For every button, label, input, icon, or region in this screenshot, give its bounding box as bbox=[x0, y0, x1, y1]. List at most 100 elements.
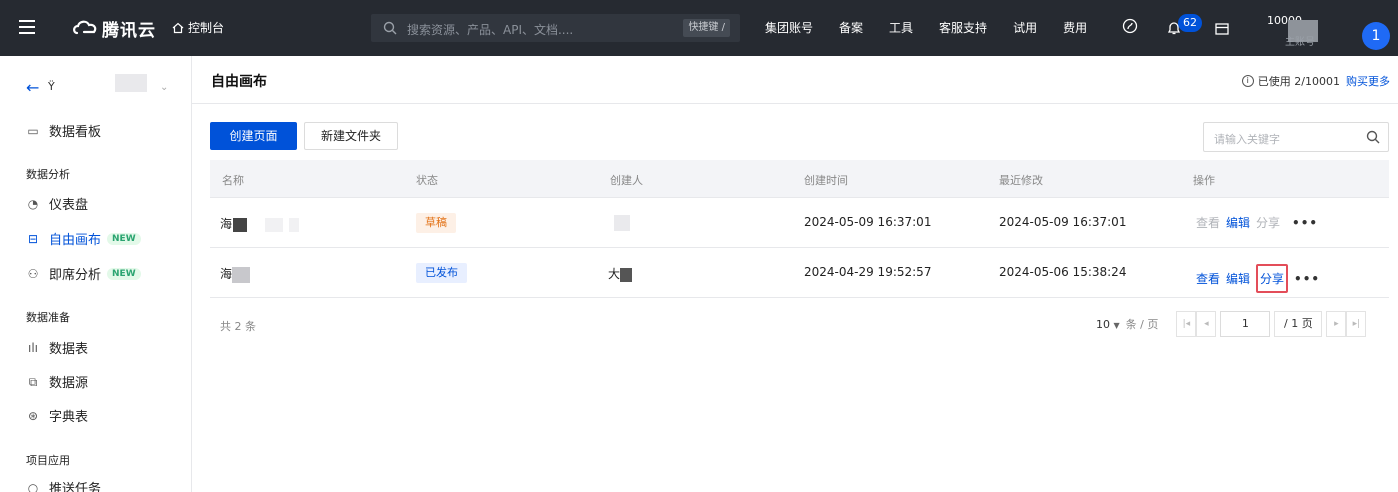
avatar[interactable]: 1 bbox=[1362, 22, 1390, 50]
next-page-button[interactable]: ▸ bbox=[1326, 311, 1347, 337]
adhoc-icon: ⚇ bbox=[27, 266, 39, 281]
nav-trial[interactable]: 试用 bbox=[1013, 19, 1037, 36]
row-name[interactable]: 海 bbox=[220, 265, 251, 283]
sidebar-item-gauge[interactable]: ◔ 仪表盘 bbox=[26, 194, 89, 214]
nav-group-account[interactable]: 集团账号 bbox=[765, 19, 813, 36]
usage-info: i 已使用 2/10001 购买更多 bbox=[1241, 73, 1390, 89]
console-label: 控制台 bbox=[188, 21, 225, 35]
caret-down-icon: ▼ bbox=[1113, 320, 1120, 330]
bar-icon: ılı bbox=[27, 340, 38, 355]
last-page-button[interactable]: ▸| bbox=[1346, 311, 1367, 337]
view-link[interactable]: 查看 bbox=[1196, 270, 1220, 287]
top-navbar: 腾讯云 控制台 搜索资源、产品、API、文档.... 快捷键 / 集团账号 备案… bbox=[0, 0, 1398, 56]
main-content: 创建页面 新建文件夹 请输入关键字 名称 状态 创建人 创建时间 最近修改 操作… bbox=[192, 104, 1398, 492]
nav-tools[interactable]: 工具 bbox=[889, 19, 913, 36]
sidebar-item-adhoc[interactable]: ⚇ 即席分析 NEW bbox=[26, 264, 141, 283]
page-size-select[interactable]: 10 ▼ bbox=[1096, 318, 1120, 331]
view-link: 查看 bbox=[1196, 216, 1221, 230]
first-page-button[interactable]: |◂ bbox=[1176, 311, 1197, 337]
total-count: 共 2 条 bbox=[220, 320, 256, 333]
sidebar-item-label: 数据表 bbox=[49, 342, 89, 357]
sidebar-item-label: 数据看板 bbox=[49, 125, 102, 140]
search-icon[interactable] bbox=[1366, 130, 1380, 144]
cloud-logo-icon bbox=[73, 20, 97, 35]
sidebar-item-datasource[interactable]: ⧉ 数据源 bbox=[26, 372, 89, 392]
canvas-icon: ⊟ bbox=[27, 231, 39, 246]
status-badge: 已发布 bbox=[416, 263, 467, 283]
sidebar-item-dashboard[interactable]: ▭ 数据看板 bbox=[26, 121, 102, 141]
row-name[interactable]: 海 bbox=[220, 215, 300, 232]
sidebar-item-label: 推送任务 bbox=[49, 482, 102, 492]
cart-icon[interactable] bbox=[1214, 21, 1230, 37]
sidebar-item-push-task[interactable]: ○ 推送任务 bbox=[26, 478, 101, 492]
sidebar-item-label: 仪表盘 bbox=[49, 198, 89, 213]
nav-filing[interactable]: 备案 bbox=[839, 19, 863, 36]
console-link[interactable]: 控制台 bbox=[172, 19, 224, 36]
row-created: 2024-05-09 16:37:01 bbox=[804, 215, 932, 229]
col-modified: 最近修改 bbox=[999, 174, 1043, 187]
keyword-search-input[interactable]: 请输入关键字 bbox=[1203, 122, 1389, 152]
sidebar-item-free-canvas[interactable]: ⊟ 自由画布 NEW bbox=[26, 229, 141, 248]
brand-name: 腾讯云 bbox=[102, 20, 156, 41]
push-icon: ○ bbox=[27, 480, 39, 492]
sidebar: ← Ÿ ⌄ ▭ 数据看板 数据分析 ◔ 仪表盘 ⊟ 自由画布 NEW ⚇ 即席分… bbox=[0, 56, 192, 492]
page-header: 自由画布 i 已使用 2/10001 购买更多 bbox=[192, 56, 1398, 104]
sidebar-item-label: 即席分析 bbox=[49, 268, 102, 283]
page-title: 自由画布 bbox=[211, 74, 267, 90]
table-header: 名称 状态 创建人 创建时间 最近修改 操作 bbox=[210, 160, 1389, 198]
page-number-input[interactable]: 1 bbox=[1220, 311, 1271, 337]
project-name-redacted bbox=[115, 74, 147, 92]
col-actions: 操作 bbox=[1193, 174, 1215, 187]
sidebar-item-label: 数据源 bbox=[49, 376, 89, 391]
sidebar-item-dictionary[interactable]: ⊛ 字典表 bbox=[26, 406, 89, 426]
sidebar-item-label: 字典表 bbox=[49, 410, 89, 425]
global-search-input[interactable]: 搜索资源、产品、API、文档.... 快捷键 / bbox=[371, 14, 740, 42]
row-creator: 大 bbox=[608, 265, 633, 282]
new-folder-button[interactable]: 新建文件夹 bbox=[304, 122, 398, 150]
edit-link[interactable]: 编辑 bbox=[1226, 270, 1250, 287]
keyword-placeholder: 请输入关键字 bbox=[1214, 133, 1280, 146]
share-link: 分享 bbox=[1256, 216, 1281, 230]
sidebar-item-label: 自由画布 bbox=[49, 233, 102, 248]
more-icon[interactable]: ••• bbox=[1294, 272, 1320, 286]
status-badge: 草稿 bbox=[416, 213, 456, 233]
new-badge: NEW bbox=[107, 232, 141, 245]
pagination: 10 ▼ 条 / 页 |◂ ◂ 1 / 1 页 ▸ ▸| bbox=[1096, 311, 1367, 337]
menu-icon[interactable] bbox=[19, 20, 35, 34]
shortcut-hint: 快捷键 / bbox=[683, 19, 730, 37]
row-creator bbox=[614, 215, 630, 231]
col-created: 创建时间 bbox=[804, 174, 848, 187]
prev-page-button[interactable]: ◂ bbox=[1196, 311, 1217, 337]
edit-link[interactable]: 编辑 bbox=[1226, 214, 1250, 231]
col-status: 状态 bbox=[416, 174, 438, 187]
share-link[interactable]: 分享 bbox=[1256, 264, 1289, 293]
row-modified: 2024-05-06 15:38:24 bbox=[999, 265, 1127, 279]
group-data-analysis: 数据分析 bbox=[26, 168, 70, 181]
row-actions: 查看 编辑 分享 ••• bbox=[1196, 214, 1318, 231]
sidebar-item-datatable[interactable]: ılı 数据表 bbox=[26, 338, 89, 358]
brand-logo[interactable]: 腾讯云 bbox=[72, 16, 156, 41]
home-icon bbox=[172, 22, 184, 33]
create-page-button[interactable]: 创建页面 bbox=[210, 122, 297, 150]
row-modified: 2024-05-09 16:37:01 bbox=[999, 215, 1127, 229]
col-creator: 创建人 bbox=[610, 174, 643, 187]
back-arrow-icon[interactable]: ← bbox=[26, 78, 39, 97]
chevron-down-icon[interactable]: ⌄ bbox=[160, 82, 168, 93]
project-name[interactable]: Ÿ bbox=[48, 80, 55, 93]
row-actions: 查看 编辑 分享 ••• bbox=[1196, 264, 1320, 293]
nav-support[interactable]: 客服支持 bbox=[939, 19, 987, 36]
group-project-apps: 项目应用 bbox=[26, 454, 70, 467]
new-badge: NEW bbox=[107, 267, 141, 280]
nav-billing[interactable]: 费用 bbox=[1063, 19, 1087, 36]
row-created: 2024-04-29 19:52:57 bbox=[804, 265, 932, 279]
col-name: 名称 bbox=[222, 174, 244, 187]
dashboard-icon: ▭ bbox=[27, 123, 39, 138]
more-icon[interactable]: ••• bbox=[1292, 216, 1318, 230]
assistant-icon[interactable] bbox=[1122, 18, 1138, 34]
datasource-icon: ⧉ bbox=[28, 374, 38, 389]
pages-table: 名称 状态 创建人 创建时间 最近修改 操作 海 草稿 2024-05-09 1… bbox=[210, 160, 1389, 298]
search-icon bbox=[383, 21, 397, 35]
buy-more-link[interactable]: 购买更多 bbox=[1346, 73, 1390, 89]
notification-badge: 62 bbox=[1178, 14, 1202, 32]
group-data-prep: 数据准备 bbox=[26, 311, 70, 324]
